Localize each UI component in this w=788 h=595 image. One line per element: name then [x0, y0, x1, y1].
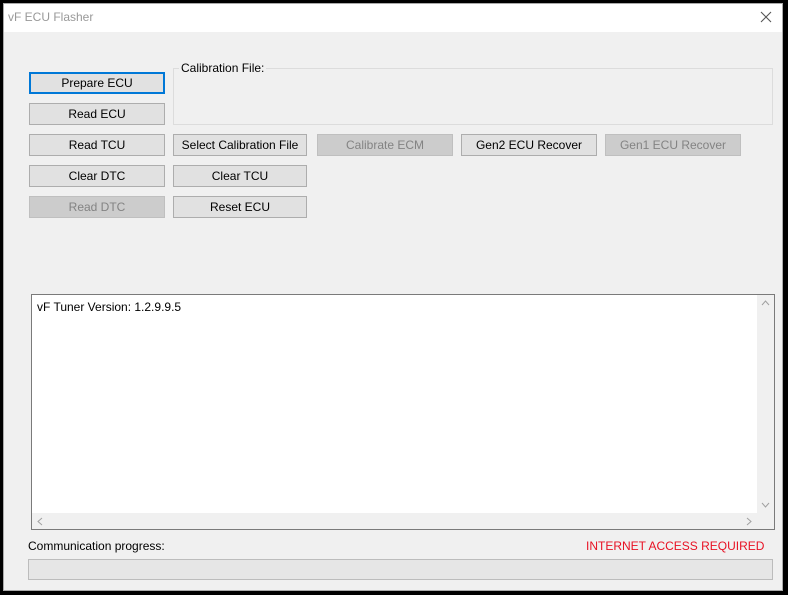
clear-tcu-button[interactable]: Clear TCU	[173, 165, 307, 187]
gen2-ecu-recover-button[interactable]: Gen2 ECU Recover	[461, 134, 597, 156]
chevron-up-icon[interactable]	[761, 299, 770, 308]
progress-label: Communication progress:	[28, 539, 165, 553]
read-dtc-button[interactable]: Read DTC	[29, 196, 165, 218]
log-output[interactable]: vF Tuner Version: 1.2.9.9.5	[31, 294, 775, 530]
calibration-file-label: Calibration File:	[179, 61, 267, 75]
title-bar: vF ECU Flasher	[4, 4, 782, 32]
chevron-left-icon[interactable]	[37, 517, 43, 528]
read-ecu-button[interactable]: Read ECU	[29, 103, 165, 125]
chevron-down-icon[interactable]	[761, 501, 770, 510]
app-window: vF ECU Flasher Prepare ECU Read ECU Read…	[3, 3, 783, 591]
close-button[interactable]	[754, 6, 778, 30]
select-calibration-file-button[interactable]: Select Calibration File	[173, 134, 307, 156]
close-icon	[760, 11, 772, 26]
prepare-ecu-button[interactable]: Prepare ECU	[29, 72, 165, 94]
horizontal-scrollbar[interactable]	[32, 513, 757, 529]
vertical-scrollbar[interactable]	[757, 295, 774, 514]
log-text: vF Tuner Version: 1.2.9.9.5	[37, 300, 182, 314]
gen1-ecu-recover-button[interactable]: Gen1 ECU Recover	[605, 134, 741, 156]
clear-dtc-button[interactable]: Clear DTC	[29, 165, 165, 187]
read-tcu-button[interactable]: Read TCU	[29, 134, 165, 156]
calibrate-ecm-button[interactable]: Calibrate ECM	[317, 134, 453, 156]
scrollbar-corner	[757, 513, 774, 529]
calibration-file-group: Calibration File:	[173, 61, 773, 125]
window-title: vF ECU Flasher	[8, 10, 94, 24]
internet-access-notice: INTERNET ACCESS REQUIRED	[586, 539, 765, 553]
chevron-right-icon[interactable]	[746, 517, 752, 528]
reset-ecu-button[interactable]: Reset ECU	[173, 196, 307, 218]
communication-progress-bar	[28, 559, 773, 580]
